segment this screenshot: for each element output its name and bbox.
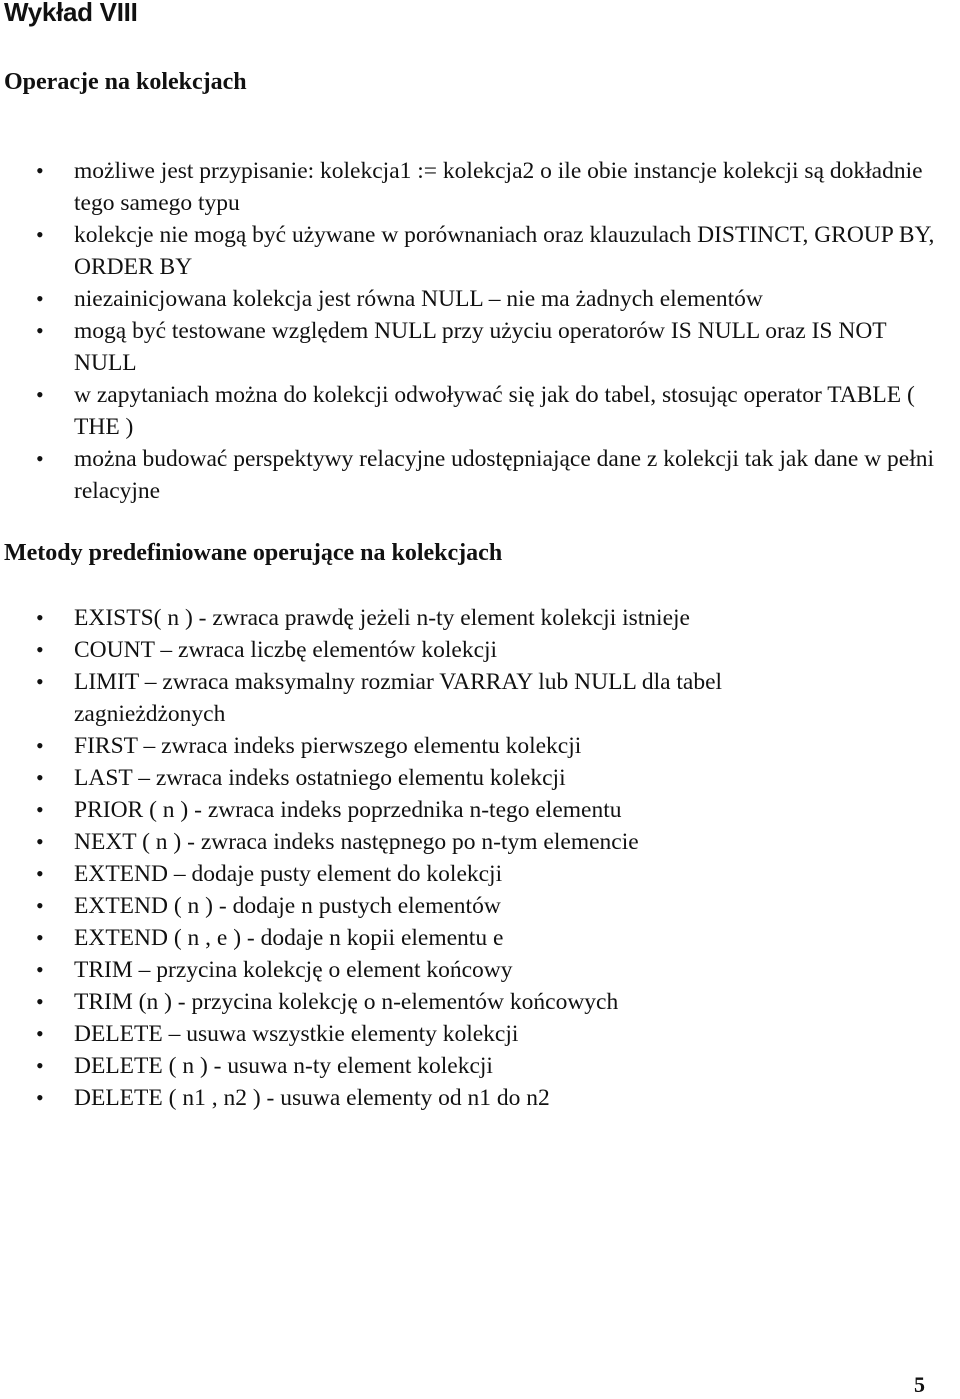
list-item-text: EXTEND ( n ) - dodaje n pustych elementó… — [74, 893, 501, 919]
bullet-icon: • — [36, 989, 44, 1014]
list-item: • EXTEND – dodaje pusty element do kolekc… — [0, 858, 954, 890]
bullet-icon: • — [36, 1053, 44, 1078]
bullet-icon: • — [36, 286, 44, 311]
bullet-icon: • — [36, 957, 44, 982]
bullet-icon: • — [36, 765, 44, 790]
list-item: • DELETE ( n ) - usuwa n-ty element kolek… — [0, 1050, 954, 1082]
bullet-icon: • — [36, 1085, 44, 1110]
list-item: • EXTEND ( n , e ) - dodaje n kopii eleme… — [0, 922, 954, 954]
bullet-icon: • — [36, 382, 44, 407]
list-item-text: w zapytaniach można do kolekcji odwoływa… — [74, 382, 915, 440]
bullet-icon: • — [36, 1021, 44, 1046]
list-item: • niezainicjowana kolekcja jest równa NUL… — [0, 283, 954, 315]
bullet-icon: • — [36, 637, 44, 662]
bullet-icon: • — [36, 893, 44, 918]
list-item-text: mogą być testowane względem NULL przy uż… — [74, 318, 887, 376]
list-item: • FIRST – zwraca indeks pierwszego elemen… — [0, 730, 954, 762]
bullet-icon: • — [36, 925, 44, 950]
list-item-text: DELETE – usuwa wszystkie elementy kolekc… — [74, 1021, 519, 1047]
section-heading-methods: Metody predefiniowane operujące na kolek… — [4, 540, 503, 566]
list-item-text: EXISTS( n ) - zwraca prawdę jeżeli n-ty … — [74, 605, 690, 631]
list-item-text: EXTEND – dodaje pusty element do kolekcj… — [74, 861, 503, 887]
list-item-text: EXTEND ( n , e ) - dodaje n kopii elemen… — [74, 925, 504, 951]
bullet-icon: • — [36, 829, 44, 854]
bullet-icon: • — [36, 733, 44, 758]
list-item-text: możliwe jest przypisanie: kolekcja1 := k… — [74, 158, 923, 216]
list-item: • DELETE – usuwa wszystkie elementy kolek… — [0, 1018, 954, 1050]
list-item: • EXISTS( n ) - zwraca prawdę jeżeli n-ty… — [0, 602, 954, 634]
list-item: • mogą być testowane względem NULL przy u… — [0, 315, 954, 379]
list-item: • COUNT – zwraca liczbę elementów kolekcj… — [0, 634, 954, 666]
list-item-text: TRIM – przycina kolekcję o element końco… — [74, 957, 513, 983]
list-item: • PRIOR ( n ) - zwraca indeks poprzednika… — [0, 794, 954, 826]
list-item-text: DELETE ( n1 , n2 ) - usuwa elementy od n… — [74, 1085, 550, 1111]
list-item-text: FIRST – zwraca indeks pierwszego element… — [74, 733, 582, 759]
list-item-text: niezainicjowana kolekcja jest równa NULL… — [74, 286, 763, 312]
document-title: Wykład VIII — [4, 0, 138, 27]
list-item: • EXTEND ( n ) - dodaje n pustych element… — [0, 890, 954, 922]
list-item-text: COUNT – zwraca liczbę elementów kolekcji — [74, 637, 498, 663]
bullet-icon: • — [36, 222, 44, 247]
list-item: • LAST – zwraca indeks ostatniego element… — [0, 762, 954, 794]
list-item: • w zapytaniach można do kolekcji odwoływ… — [0, 379, 954, 443]
bullet-icon: • — [36, 158, 44, 183]
bullet-icon: • — [36, 797, 44, 822]
operations-list: • możliwe jest przypisanie: kolekcja1 := … — [0, 155, 954, 507]
list-item-text: LIMIT – zwraca maksymalny rozmiar VARRAY… — [74, 669, 723, 727]
list-item-text: kolekcje nie mogą być używane w porównan… — [74, 222, 935, 280]
list-item: • TRIM – przycina kolekcję o element końc… — [0, 954, 954, 986]
list-item-text: TRIM (n ) - przycina kolekcję o n-elemen… — [74, 989, 619, 1015]
list-item: • LIMIT – zwraca maksymalny rozmiar VARRA… — [0, 666, 874, 730]
bullet-icon: • — [36, 669, 44, 694]
bullet-icon: • — [36, 605, 44, 630]
methods-list: • EXISTS( n ) - zwraca prawdę jeżeli n-ty… — [0, 602, 954, 1114]
list-item: • kolekcje nie mogą być używane w porówna… — [0, 219, 954, 283]
list-item-text: PRIOR ( n ) - zwraca indeks poprzednika … — [74, 797, 622, 823]
list-item-text: DELETE ( n ) - usuwa n-ty element kolekc… — [74, 1053, 493, 1079]
list-item: • można budować perspektywy relacyjne udo… — [0, 443, 954, 507]
list-item-text: można budować perspektywy relacyjne udos… — [74, 446, 935, 504]
bullet-icon: • — [36, 446, 44, 471]
list-item-text: LAST – zwraca indeks ostatniego elementu… — [74, 765, 566, 791]
list-item: • TRIM (n ) - przycina kolekcję o n-eleme… — [0, 986, 954, 1018]
page-number: 5 — [914, 1372, 925, 1397]
list-item: • możliwe jest przypisanie: kolekcja1 := … — [0, 155, 954, 219]
list-item: • DELETE ( n1 , n2 ) - usuwa elementy od … — [0, 1082, 954, 1114]
bullet-icon: • — [36, 318, 44, 343]
section-heading-operations: Operacje na kolekcjach — [4, 69, 247, 95]
list-item-text: NEXT ( n ) - zwraca indeks następnego po… — [74, 829, 639, 855]
list-item: • NEXT ( n ) - zwraca indeks następnego p… — [0, 826, 954, 858]
bullet-icon: • — [36, 861, 44, 886]
